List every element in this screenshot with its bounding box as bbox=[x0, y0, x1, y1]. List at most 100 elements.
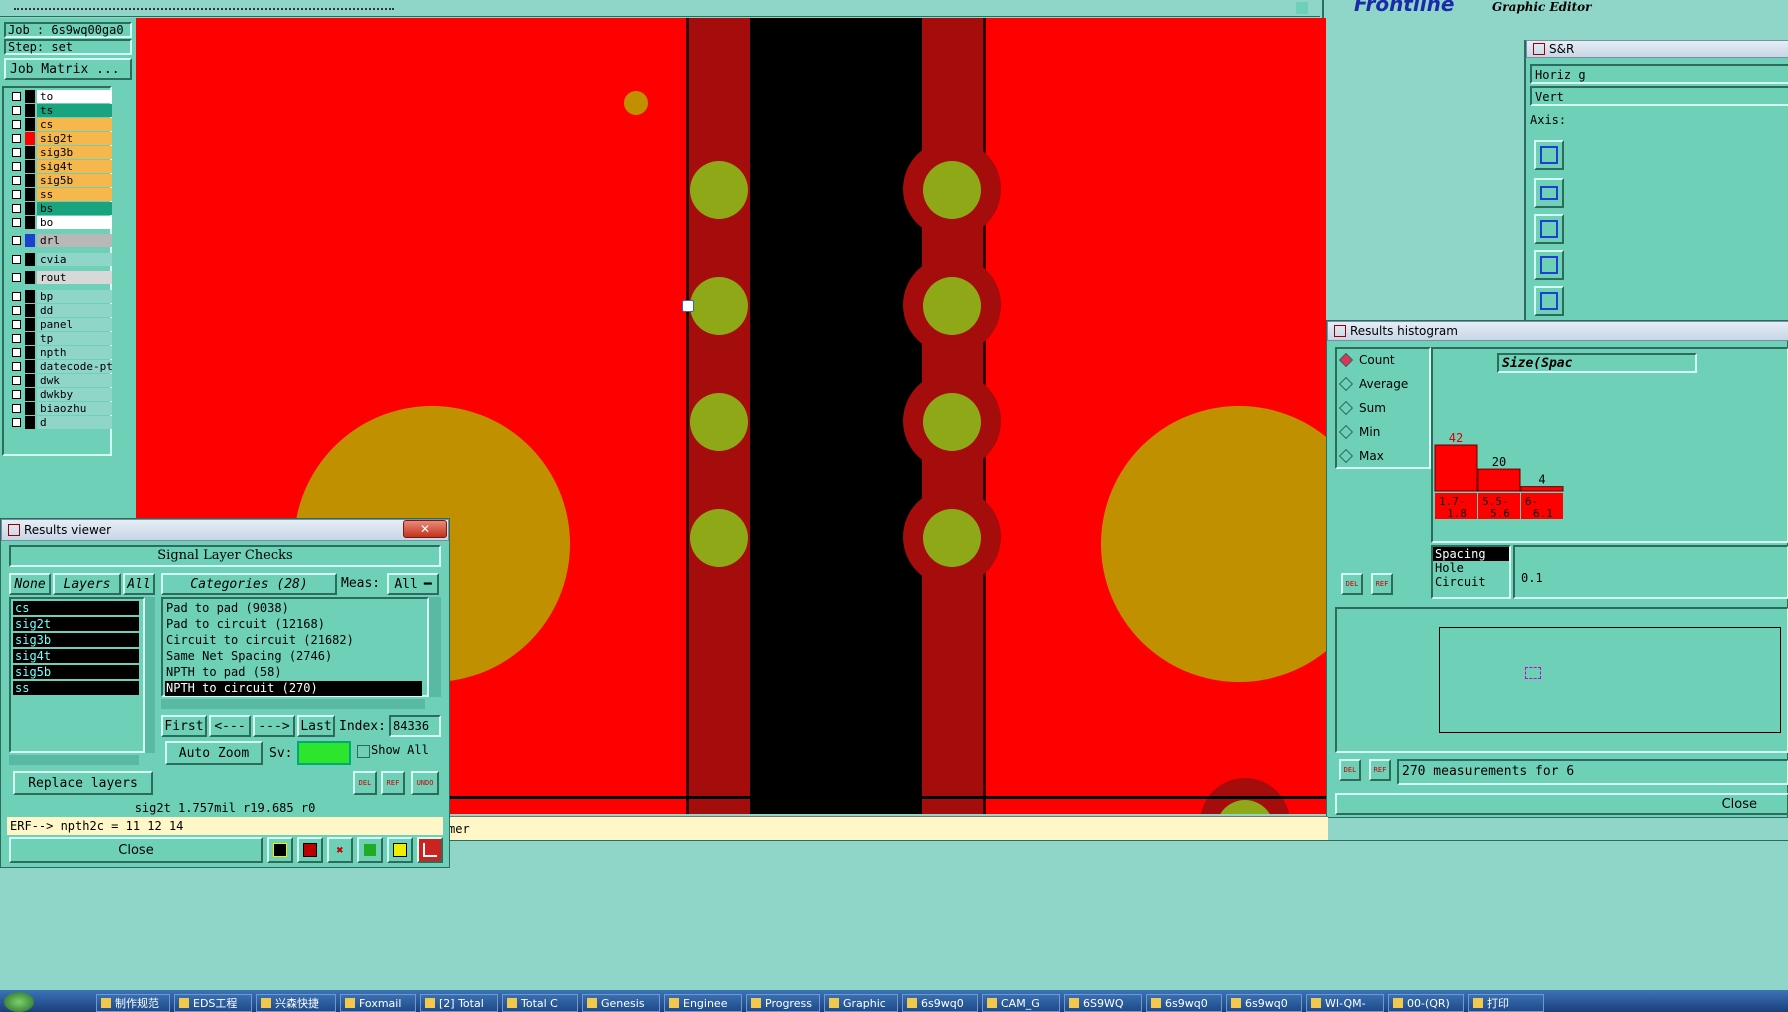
tool-button-3[interactable] bbox=[1534, 214, 1564, 244]
histogram-mode-min[interactable]: Min bbox=[1338, 424, 1380, 440]
category-item[interactable]: NPTH to circuit (270) bbox=[165, 681, 422, 696]
layer-checkbox[interactable] bbox=[12, 190, 21, 199]
layer-row-drl[interactable]: drl bbox=[10, 234, 112, 247]
taskbar-item[interactable]: Progress bbox=[746, 994, 820, 1012]
undo-button[interactable]: UNDO bbox=[411, 771, 439, 795]
results-close-button[interactable]: Close bbox=[9, 837, 263, 863]
categories-scrollbar[interactable] bbox=[429, 597, 441, 697]
layer-checkbox[interactable] bbox=[12, 106, 21, 115]
preview-del-button[interactable]: DEL bbox=[1339, 759, 1361, 781]
histogram-type-hole[interactable]: Hole bbox=[1433, 561, 1509, 575]
taskbar-item[interactable]: 6s9wq0 bbox=[902, 994, 978, 1012]
layer-row-ss[interactable]: ss bbox=[10, 188, 112, 201]
meas-dropdown[interactable]: All ━ bbox=[387, 573, 439, 595]
taskbar-item[interactable]: Total C bbox=[502, 994, 578, 1012]
layer-checkbox[interactable] bbox=[12, 376, 21, 385]
histogram-del-button[interactable]: DEL bbox=[1341, 573, 1363, 595]
taskbar-item[interactable]: EDS工程 bbox=[174, 994, 252, 1012]
histogram-bar[interactable] bbox=[1434, 444, 1478, 492]
tool-button-2[interactable] bbox=[1534, 178, 1564, 208]
first-button[interactable]: First bbox=[161, 715, 207, 737]
layer-row-dd[interactable]: dd bbox=[10, 304, 112, 317]
taskbar-item[interactable]: Enginee bbox=[664, 994, 742, 1012]
preview-ref-button[interactable]: REF bbox=[1369, 759, 1391, 781]
layer-checkbox[interactable] bbox=[12, 255, 21, 264]
layer-row-bp[interactable]: bp bbox=[10, 290, 112, 303]
layer-checkbox[interactable] bbox=[12, 204, 21, 213]
job-matrix-button[interactable]: Job Matrix ... bbox=[4, 58, 132, 80]
category-item[interactable]: Circuit to circuit (21682) bbox=[165, 633, 422, 648]
layer-checkbox[interactable] bbox=[12, 404, 21, 413]
layer-row-bs[interactable]: bs bbox=[10, 202, 112, 215]
mark-tool-button[interactable] bbox=[297, 837, 323, 863]
layer-row-dwkby[interactable]: dwkby bbox=[10, 388, 112, 401]
layer-row-sig4t[interactable]: sig4t bbox=[10, 160, 112, 173]
tool-button-1[interactable] bbox=[1534, 140, 1564, 170]
histogram-type-spacing[interactable]: Spacing bbox=[1433, 547, 1509, 561]
auto-zoom-dropdown[interactable]: Auto Zoom bbox=[165, 741, 263, 765]
layer-row-datecode-pt[interactable]: datecode-pt bbox=[10, 360, 112, 373]
category-item[interactable]: Pad to pad (9038) bbox=[165, 601, 422, 616]
layer-row-d[interactable]: d bbox=[10, 416, 112, 429]
number-tool-button[interactable] bbox=[357, 837, 383, 863]
layer-row-dwk[interactable]: dwk bbox=[10, 374, 112, 387]
result-layer-item[interactable]: sig3b bbox=[13, 633, 139, 647]
taskbar-item[interactable]: Genesis bbox=[582, 994, 660, 1012]
report-tool-button[interactable] bbox=[387, 837, 413, 863]
layer-checkbox[interactable] bbox=[12, 390, 21, 399]
histogram-mode-average[interactable]: Average bbox=[1338, 376, 1408, 392]
result-layer-item[interactable]: cs bbox=[13, 601, 139, 615]
taskbar-item[interactable]: WI-QM- bbox=[1306, 994, 1384, 1012]
layer-row-bo[interactable]: bo bbox=[10, 216, 112, 229]
category-item[interactable]: NPTH to pad (58) bbox=[165, 665, 422, 680]
taskbar-item[interactable]: 兴森快捷 bbox=[256, 994, 336, 1012]
layer-row-panel[interactable]: panel bbox=[10, 318, 112, 331]
categories-hscroll[interactable] bbox=[161, 699, 425, 709]
tool-button-4[interactable] bbox=[1534, 250, 1564, 280]
taskbar-item[interactable]: Graphic bbox=[824, 994, 898, 1012]
layer-row-sig3b[interactable]: sig3b bbox=[10, 146, 112, 159]
taskbar-item[interactable]: [2] Total bbox=[420, 994, 498, 1012]
taskbar-item[interactable]: 6s9wq0 bbox=[1146, 994, 1222, 1012]
taskbar-item[interactable]: 6s9wq0 bbox=[1226, 994, 1302, 1012]
layer-row-sig5b[interactable]: sig5b bbox=[10, 174, 112, 187]
layer-checkbox[interactable] bbox=[12, 120, 21, 129]
layer-checkbox[interactable] bbox=[12, 320, 21, 329]
next-button[interactable]: ---> bbox=[253, 715, 295, 737]
histogram-type-circuit[interactable]: Circuit bbox=[1433, 575, 1509, 589]
window-close-button[interactable]: ✕ bbox=[403, 520, 447, 538]
layer-row-to[interactable]: to bbox=[10, 90, 112, 103]
layer-row-cvia[interactable]: cvia bbox=[10, 253, 112, 266]
layer-checkbox[interactable] bbox=[12, 92, 21, 101]
result-layer-item[interactable]: sig4t bbox=[13, 649, 139, 663]
layer-row-rout[interactable]: rout bbox=[10, 271, 112, 284]
categories-list[interactable]: Pad to pad (9038) Pad to circuit (12168) C… bbox=[161, 597, 429, 697]
category-item[interactable]: Pad to circuit (12168) bbox=[165, 617, 422, 632]
tool-button-5[interactable] bbox=[1534, 286, 1564, 316]
taskbar-item[interactable]: 制作规范 bbox=[96, 994, 170, 1012]
ref-tool-button[interactable]: ✖ bbox=[327, 837, 353, 863]
all-button[interactable]: All bbox=[123, 573, 155, 595]
ref-button[interactable]: REF bbox=[381, 771, 405, 795]
top-right-scroll[interactable] bbox=[1296, 2, 1308, 14]
layer-row-biaozhu[interactable]: biaozhu bbox=[10, 402, 112, 415]
layer-row-cs[interactable]: cs bbox=[10, 118, 112, 131]
taskbar-item[interactable]: CAM_G bbox=[982, 994, 1060, 1012]
histogram-ref-button[interactable]: REF bbox=[1371, 573, 1393, 595]
layer-checkbox[interactable] bbox=[12, 218, 21, 227]
layer-checkbox[interactable] bbox=[12, 134, 21, 143]
result-layer-item[interactable]: ss bbox=[13, 681, 139, 695]
category-item[interactable]: Same Net Spacing (2746) bbox=[165, 649, 422, 664]
layer-list-scrollbar[interactable] bbox=[145, 597, 155, 753]
sv-color-dropdown[interactable] bbox=[297, 741, 351, 765]
prev-button[interactable]: <--- bbox=[209, 715, 251, 737]
histogram-bar[interactable] bbox=[1520, 486, 1564, 492]
start-orb[interactable] bbox=[4, 992, 34, 1012]
histogram-close-button[interactable]: Close bbox=[1335, 793, 1788, 815]
layer-checkbox[interactable] bbox=[12, 236, 21, 245]
layer-checkbox[interactable] bbox=[12, 176, 21, 185]
layer-row-sig2t[interactable]: sig2t bbox=[10, 132, 112, 145]
layer-checkbox[interactable] bbox=[12, 348, 21, 357]
layer-checkbox[interactable] bbox=[12, 418, 21, 427]
taskbar-item[interactable]: 打印 bbox=[1468, 994, 1544, 1012]
